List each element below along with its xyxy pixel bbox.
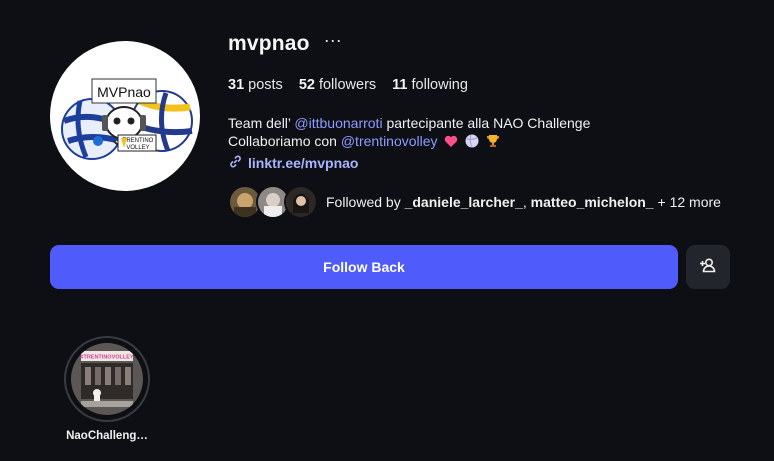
add-person-icon: [699, 256, 717, 279]
profile-stats: 31 posts 52 followers 11 following: [228, 77, 468, 93]
followed-by-prefix: Followed by: [326, 194, 405, 210]
highlight-item[interactable]: #TRENTINOVOLLEY NaoChalleng…: [64, 336, 150, 442]
svg-text:#TRENTINOVOLLEY: #TRENTINOVOLLEY: [80, 355, 134, 361]
suggested-accounts-button[interactable]: [686, 245, 730, 289]
link-text: linktr.ee/mvpnao: [248, 155, 359, 171]
posts-label: posts: [248, 77, 283, 93]
mutual-avatars: [228, 185, 318, 219]
username: mvpnao: [228, 32, 310, 55]
followed-by-more: + 12 more: [653, 194, 721, 210]
trophy-icon: [486, 134, 500, 152]
mention-trentinovolley[interactable]: @trentinovolley: [341, 133, 438, 149]
avatar: [284, 185, 318, 219]
followed-by-text: Followed by _daniele_larcher_, matteo_mi…: [326, 194, 721, 210]
mutual-user-2: matteo_michelon_: [530, 194, 654, 210]
followed-by-separator: ,: [522, 194, 531, 210]
username-row: mvpnao ···: [228, 31, 342, 56]
bio-text: partecipante alla NAO Challenge: [382, 115, 591, 131]
profile-link[interactable]: linktr.ee/mvpnao: [228, 154, 358, 172]
highlight-label: NaoChalleng…: [66, 430, 148, 442]
mvpnao-logo-icon: MVPnao TRENTINO VOLLEY: [61, 78, 193, 160]
bio-line-1: Team dell’ @ittbuonarroti partecipante a…: [228, 114, 590, 132]
followers-label: followers: [318, 77, 377, 93]
svg-text:MVPnao: MVPnao: [97, 84, 151, 100]
svg-text:TRENTINO: TRENTINO: [123, 138, 154, 144]
heart-icon: [444, 134, 458, 152]
follow-back-button[interactable]: Follow Back: [50, 245, 678, 289]
following-stat[interactable]: 11 following: [392, 77, 468, 93]
profile-avatar[interactable]: MVPnao TRENTINO VOLLEY: [50, 41, 200, 191]
bio-text: Collaboriamo con: [228, 133, 341, 149]
following-count: 11: [392, 77, 408, 93]
highlight-cover: #TRENTINOVOLLEY: [71, 343, 143, 415]
following-label: following: [411, 77, 468, 93]
svg-text:VOLLEY: VOLLEY: [126, 145, 149, 151]
volleyball-icon: [465, 134, 479, 152]
followers-count: 52: [298, 77, 315, 93]
profile-bio: Team dell’ @ittbuonarroti partecipante a…: [228, 114, 590, 152]
bio-line-2: Collaboriamo con @trentinovolley: [228, 132, 590, 152]
more-options-icon[interactable]: ···: [324, 31, 342, 53]
mention-ittbuonarroti[interactable]: @ittbuonarroti: [294, 115, 382, 131]
posts-count: 31: [228, 77, 245, 93]
followers-stat[interactable]: 52 followers: [299, 77, 376, 93]
highlight-ring: #TRENTINOVOLLEY: [64, 336, 150, 422]
bio-text: Team dell’: [228, 115, 295, 131]
link-icon: [228, 154, 243, 172]
followed-by-row[interactable]: Followed by _daniele_larcher_, matteo_mi…: [228, 185, 721, 219]
mutual-user-1: _daniele_larcher_: [404, 194, 523, 210]
profile-page: MVPnao TRENTINO VOLLEY mvpnao ··· 31 pos…: [0, 0, 774, 461]
posts-stat[interactable]: 31 posts: [228, 77, 283, 93]
